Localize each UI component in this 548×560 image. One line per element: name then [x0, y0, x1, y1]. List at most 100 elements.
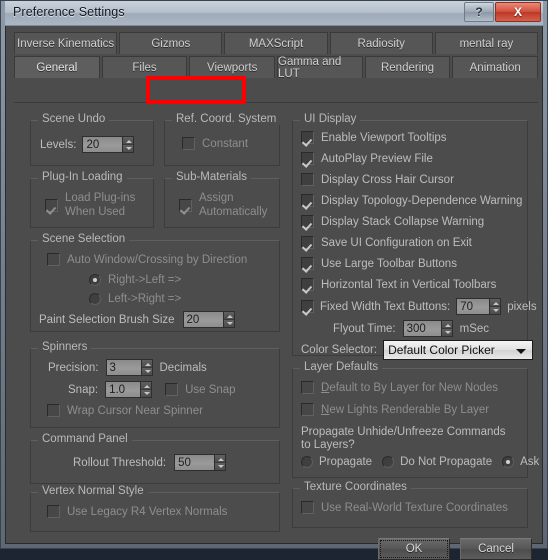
flyout-time-spinner-buttons[interactable] [440, 320, 453, 337]
use-large-toolbar-buttons-checkbox[interactable] [301, 257, 314, 270]
fixed-width-text-buttons-checkbox[interactable] [301, 300, 314, 313]
tab-strip: Inverse Kinematics Gizmos MAXScript Radi… [14, 32, 539, 80]
color-selector-dropdown[interactable]: Default Color Picker [383, 340, 534, 360]
brush-size-input[interactable]: 20 [182, 311, 223, 328]
levels-spinner[interactable]: 20 [82, 136, 135, 153]
radio-do-not-propagate[interactable] [382, 456, 395, 468]
autoplay-preview-file-label: AutoPlay Preview File [321, 152, 433, 165]
new-lights-renderable-checkbox[interactable] [301, 403, 314, 416]
caption-buttons: ? X [464, 2, 541, 22]
radio-ask[interactable] [502, 456, 515, 468]
rollout-threshold-spinner-buttons[interactable] [214, 454, 227, 471]
constant-checkbox[interactable] [182, 137, 195, 150]
snap-label: Snap: [68, 383, 99, 396]
auto-window-checkbox[interactable] [47, 253, 60, 266]
precision-spin-down[interactable] [141, 368, 152, 375]
group-ui-display: UI Display Enable Viewport Tooltips Auto… [292, 113, 537, 360]
snap-spinner[interactable]: 1.0 [105, 381, 153, 398]
snap-input[interactable]: 1.0 [105, 381, 141, 398]
save-ui-configuration-checkbox[interactable] [301, 236, 314, 249]
assign-automatically-checkbox[interactable] [179, 198, 192, 212]
default-bylayer-checkbox[interactable] [301, 381, 314, 394]
flyout-time-spinner[interactable]: 300 [402, 320, 453, 337]
title-bar[interactable]: Preference Settings ? X [5, 1, 543, 26]
enable-viewport-tooltips-checkbox[interactable] [301, 131, 314, 144]
brush-size-spin-up[interactable] [223, 312, 234, 320]
fixed-width-spinner-buttons[interactable] [489, 298, 502, 315]
tab-inverse-kinematics[interactable]: Inverse Kinematics [14, 32, 118, 54]
load-plugins-label-line1: Load Plug-ins [65, 192, 136, 204]
snap-spinner-buttons[interactable] [140, 381, 153, 398]
group-spinners: Spinners Precision: 3 Decimals Snap: 1.0… [30, 341, 280, 428]
help-button[interactable]: ? [464, 2, 494, 22]
display-stack-collapse-warning-checkbox[interactable] [301, 215, 314, 228]
group-scene-selection-legend: Scene Selection [38, 233, 130, 245]
radio-ask-label: Ask [520, 456, 540, 468]
fixed-width-spin-up[interactable] [490, 299, 501, 307]
levels-spin-down[interactable] [123, 145, 134, 152]
tab-gizmos[interactable]: Gizmos [119, 32, 223, 54]
legacy-r4-normals-label: Use Legacy R4 Vertex Normals [67, 505, 228, 518]
tab-animation[interactable]: Animation [452, 56, 539, 78]
wrap-cursor-checkbox[interactable] [47, 404, 60, 417]
precision-input[interactable]: 3 [105, 359, 141, 376]
levels-spin-up[interactable] [123, 137, 134, 145]
radio-right-to-left[interactable] [89, 274, 101, 286]
group-scene-selection: Scene Selection Auto Window/Crossing by … [30, 233, 280, 332]
rollout-threshold-input[interactable]: 50 [174, 454, 215, 471]
dialog-footer: OK Cancel [378, 538, 532, 560]
levels-input[interactable]: 20 [82, 136, 123, 153]
display-cross-hair-cursor-checkbox[interactable] [301, 173, 314, 186]
chevron-down-icon [516, 349, 527, 354]
group-vertex-normal-style: Vertex Normal Style Use Legacy R4 Vertex… [30, 485, 280, 532]
group-ref-coord-system: Ref. Coord. System Constant [164, 113, 281, 166]
real-world-texture-checkbox[interactable] [301, 501, 314, 514]
brush-size-spinner[interactable]: 20 [182, 311, 235, 328]
propagate-question-line1: Propagate Unhide/Unfreeze Commands [301, 426, 506, 438]
tab-row-1: Inverse Kinematics Gizmos MAXScript Radi… [14, 32, 539, 54]
brush-size-spin-down[interactable] [223, 320, 234, 327]
rollout-threshold-spinner[interactable]: 50 [174, 454, 227, 471]
use-snap-checkbox[interactable] [165, 383, 179, 396]
fixed-width-spinner[interactable]: 70 [456, 298, 502, 315]
brush-size-label: Paint Selection Brush Size [39, 313, 175, 326]
rollout-spin-down[interactable] [215, 463, 226, 470]
tab-maxscript[interactable]: MAXScript [224, 32, 328, 54]
snap-spin-down[interactable] [141, 390, 152, 397]
tab-viewports[interactable]: Viewports [189, 56, 276, 78]
brush-size-spinner-buttons[interactable] [222, 311, 235, 328]
tab-files[interactable]: Files [101, 56, 188, 78]
flyout-time-input[interactable]: 300 [402, 320, 441, 337]
group-scene-undo: Scene Undo Levels: 20 [30, 113, 154, 166]
enable-viewport-tooltips-label: Enable Viewport Tooltips [321, 131, 447, 144]
ok-button[interactable]: OK [378, 538, 450, 560]
fixed-width-input[interactable]: 70 [456, 298, 490, 315]
levels-spinner-buttons[interactable] [122, 136, 135, 153]
close-button[interactable]: X [495, 2, 541, 22]
tab-radiosity[interactable]: Radiosity [329, 32, 433, 54]
load-plugins-checkbox[interactable] [45, 198, 58, 212]
display-topology-warning-checkbox[interactable] [301, 194, 314, 207]
wrap-cursor-label: Wrap Cursor Near Spinner [67, 404, 203, 417]
group-ref-coord-legend: Ref. Coord. System [172, 113, 281, 125]
autoplay-preview-file-checkbox[interactable] [301, 152, 314, 165]
rollout-spin-up[interactable] [215, 455, 226, 463]
fixed-width-spin-down[interactable] [490, 307, 501, 314]
radio-propagate-label: Propagate [319, 456, 373, 468]
flyout-spin-down[interactable] [441, 329, 452, 336]
precision-spinner[interactable]: 3 [105, 359, 153, 376]
tab-mental-ray[interactable]: mental ray [434, 32, 539, 54]
legacy-r4-normals-checkbox[interactable] [47, 505, 60, 518]
horizontal-text-vertical-toolbars-checkbox[interactable] [301, 278, 314, 291]
precision-spin-up[interactable] [141, 360, 152, 368]
tab-general[interactable]: General [14, 56, 100, 78]
precision-spinner-buttons[interactable] [140, 359, 153, 376]
snap-spin-up[interactable] [141, 382, 152, 390]
radio-left-to-right[interactable] [89, 293, 101, 305]
cancel-button[interactable]: Cancel [460, 538, 532, 560]
color-selector-label: Color Selector: [301, 344, 378, 356]
tab-gamma-and-lut[interactable]: Gamma and LUT [277, 56, 363, 80]
flyout-spin-up[interactable] [441, 321, 452, 329]
radio-propagate[interactable] [301, 456, 313, 468]
tab-rendering[interactable]: Rendering [364, 56, 451, 78]
